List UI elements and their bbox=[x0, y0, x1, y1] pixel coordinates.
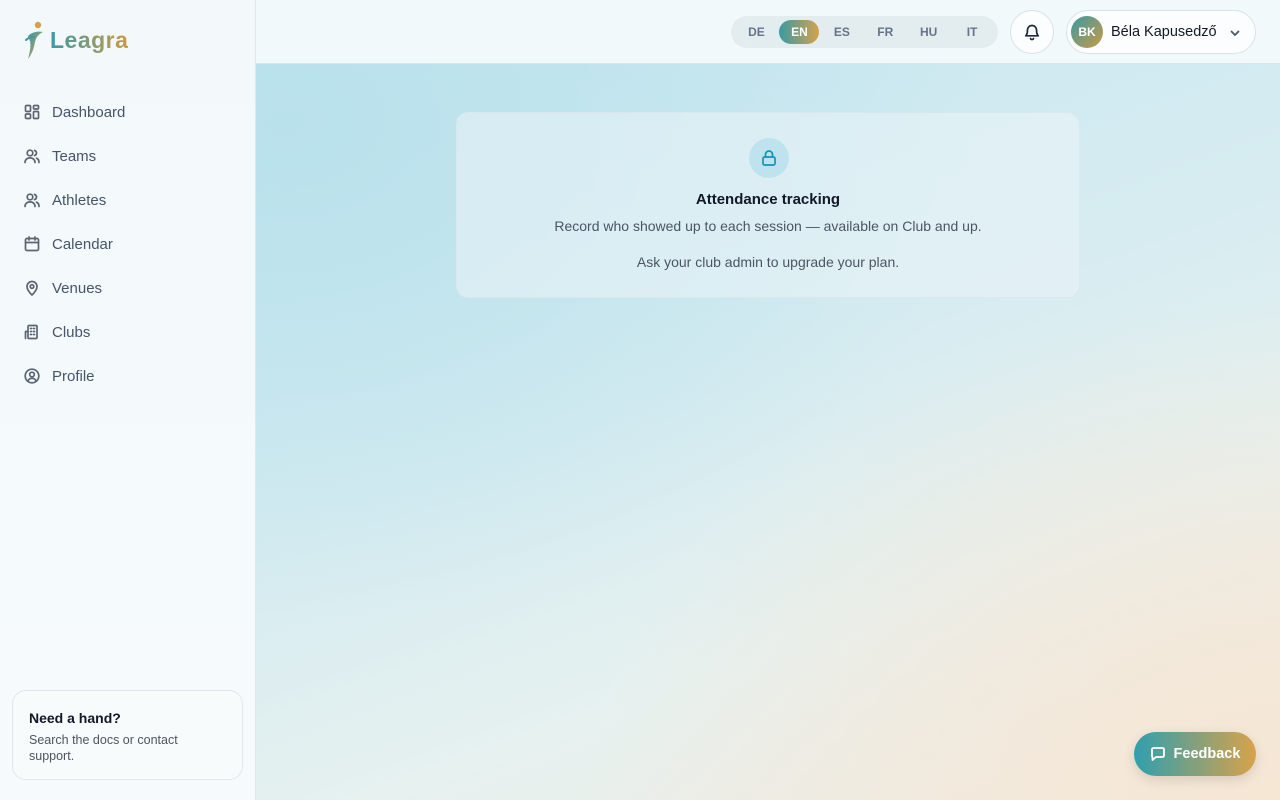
feedback-label: Feedback bbox=[1173, 746, 1241, 762]
user-menu-button[interactable]: BK Béla Kapusedző bbox=[1066, 10, 1256, 54]
help-card[interactable]: Need a hand? Search the docs or contact … bbox=[12, 690, 243, 780]
help-text: Search the docs or contact support. bbox=[29, 733, 178, 763]
language-it[interactable]: IT bbox=[951, 20, 994, 44]
teams-icon bbox=[24, 149, 40, 164]
sidebar-item-clubs[interactable]: Clubs bbox=[12, 310, 244, 354]
sidebar-item-venues[interactable]: Venues bbox=[12, 266, 244, 310]
dashboard-icon bbox=[24, 104, 40, 120]
calendar-icon bbox=[24, 236, 40, 252]
sidebar-item-label: Athletes bbox=[52, 191, 107, 209]
lock-icon bbox=[762, 150, 776, 166]
help-title: Need a hand? bbox=[29, 710, 121, 726]
user-circle-icon bbox=[24, 368, 40, 384]
locked-feature-description: Record who showed up to each session — a… bbox=[554, 218, 982, 234]
locked-feature-title: Attendance tracking bbox=[695, 191, 841, 208]
sidebar-item-label: Calendar bbox=[52, 235, 113, 253]
notifications-button[interactable] bbox=[1010, 10, 1054, 54]
main-content: Attendance tracking Record who showed up… bbox=[256, 64, 1280, 800]
sidebar-item-profile[interactable]: Profile bbox=[12, 354, 244, 398]
athletes-icon bbox=[24, 193, 40, 208]
language-en[interactable]: EN bbox=[779, 20, 820, 44]
feedback-button[interactable]: Feedback bbox=[1134, 732, 1256, 776]
chevron-down-icon bbox=[1230, 30, 1240, 36]
sidebar-item-calendar[interactable]: Calendar bbox=[12, 222, 244, 266]
logo-mark-icon bbox=[25, 21, 43, 59]
map-pin-icon bbox=[26, 280, 38, 296]
language-hu[interactable]: HU bbox=[907, 20, 950, 44]
building-icon bbox=[24, 324, 38, 340]
lock-badge bbox=[749, 138, 789, 178]
sidebar-nav: Dashboard Teams Athletes Calendar Venues… bbox=[12, 90, 244, 398]
avatar: BK bbox=[1071, 16, 1103, 48]
message-square-icon bbox=[1150, 747, 1165, 761]
user-name: Béla Kapusedző bbox=[1111, 24, 1217, 40]
language-es[interactable]: ES bbox=[820, 20, 863, 44]
language-de[interactable]: DE bbox=[735, 20, 778, 44]
brand-name: Leagra bbox=[50, 26, 129, 53]
sidebar-item-label: Teams bbox=[52, 147, 97, 165]
top-header: DE EN ES FR HU IT BK Béla Kapusedző bbox=[256, 0, 1280, 64]
language-fr[interactable]: FR bbox=[864, 20, 907, 44]
sidebar-item-teams[interactable]: Teams bbox=[12, 134, 244, 178]
sidebar-item-dashboard[interactable]: Dashboard bbox=[12, 90, 244, 134]
locked-feature-note: Ask your club admin to upgrade your plan… bbox=[636, 254, 900, 270]
sidebar-item-label: Clubs bbox=[52, 323, 91, 341]
sidebar: Leagra Dashboard Teams Athletes Calendar… bbox=[0, 0, 256, 800]
brand-logo[interactable]: Leagra bbox=[22, 20, 128, 60]
sidebar-item-label: Dashboard bbox=[52, 103, 126, 121]
bell-icon bbox=[1024, 24, 1040, 41]
sidebar-item-label: Venues bbox=[52, 279, 103, 297]
sidebar-item-athletes[interactable]: Athletes bbox=[12, 178, 244, 222]
sidebar-item-label: Profile bbox=[52, 367, 95, 385]
locked-feature-card: Attendance tracking Record who showed up… bbox=[456, 112, 1080, 298]
language-switcher: DE EN ES FR HU IT bbox=[731, 16, 998, 48]
